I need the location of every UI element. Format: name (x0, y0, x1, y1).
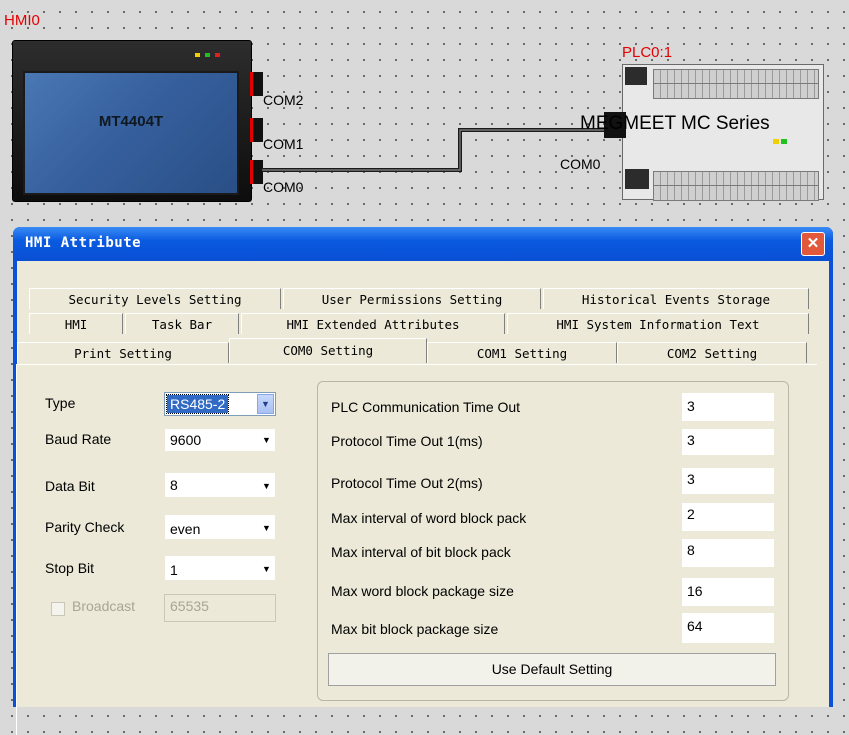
tab-com2-setting[interactable]: COM2 Setting (617, 342, 807, 363)
chevron-down-icon[interactable]: ▼ (257, 394, 274, 414)
close-button[interactable]: ✕ (801, 232, 825, 256)
com0-port-label: COM0 (263, 179, 304, 195)
timeout-label: Max bit block package size (331, 621, 499, 637)
tab-task-bar[interactable]: Task Bar (125, 313, 239, 334)
timeout-input[interactable]: 8 (681, 538, 775, 568)
chevron-down-icon[interactable]: ▼ (258, 473, 275, 497)
data-bit-select[interactable]: 8 ▼ (164, 472, 276, 498)
timeout-input[interactable]: 3 (681, 428, 775, 456)
timeout-label: Max interval of bit block pack (331, 544, 511, 560)
tab-hmi-system-information-text[interactable]: HMI System Information Text (507, 313, 809, 334)
use-default-setting-button[interactable]: Use Default Setting (328, 653, 776, 686)
type-selected-value: RS485-2 (165, 394, 230, 414)
baud-rate-label: Baud Rate (45, 431, 112, 447)
tab-com1-setting[interactable]: COM1 Setting (427, 342, 617, 363)
plc-label: PLC0:1 (622, 44, 673, 61)
tab-security-levels-setting[interactable]: Security Levels Setting (29, 288, 281, 309)
plc-corner-block (625, 67, 647, 85)
dialog-titlebar[interactable]: HMI Attribute ✕ (13, 227, 833, 261)
broadcast-checkbox[interactable] (51, 602, 65, 616)
stop-bit-label: Stop Bit (45, 560, 95, 576)
plc-port-label: COM0 (560, 156, 601, 172)
plc-name: MEGMEET MC Series (580, 113, 770, 134)
type-select[interactable]: RS485-2 ▼ (164, 392, 276, 416)
timeout-label: Protocol Time Out 1(ms) (331, 433, 483, 449)
stop-bit-select[interactable]: 1 ▼ (164, 555, 276, 581)
tab-hmi-extended-attributes[interactable]: HMI Extended Attributes (241, 313, 505, 334)
type-label: Type (45, 395, 76, 411)
hmi-screen: MT4404T (23, 71, 239, 195)
com2-port-label: COM2 (263, 92, 304, 108)
led-indicator (215, 53, 220, 57)
timeout-label: Protocol Time Out 2(ms) (331, 475, 483, 491)
hmi-label: HMI0 (4, 12, 40, 29)
data-bit-label: Data Bit (45, 478, 95, 494)
tab-com0-setting[interactable]: COM0 Setting (229, 338, 427, 363)
timeout-input[interactable]: 2 (681, 502, 775, 532)
timeout-label: PLC Communication Time Out (331, 399, 521, 415)
timeout-label: Max word block package size (331, 583, 514, 599)
timeout-input[interactable]: 3 (681, 392, 775, 422)
dialog-title: HMI Attribute (25, 235, 142, 251)
timeout-input[interactable]: 16 (681, 577, 775, 607)
chevron-down-icon[interactable]: ▼ (258, 515, 275, 539)
broadcast-field[interactable]: 65535 (164, 594, 276, 622)
tab-historical-events-storage[interactable]: Historical Events Storage (543, 288, 809, 309)
timeout-label: Max interval of word block pack (331, 510, 527, 526)
plc-terminal-row (653, 185, 819, 201)
plc-terminal-row (653, 83, 819, 99)
tab-print-setting[interactable]: Print Setting (17, 342, 229, 363)
led-indicator (205, 53, 210, 57)
chevron-down-icon[interactable]: ▼ (258, 429, 275, 451)
hmi-model-name: MT4404T (98, 113, 164, 130)
hmi-device[interactable]: MT4404T (12, 40, 252, 202)
broadcast-label: Broadcast (72, 598, 136, 614)
stop-bit-value: 1 (170, 562, 178, 578)
led-indicator (773, 139, 779, 144)
parity-check-value: even (170, 521, 201, 537)
baud-rate-value: 9600 (170, 432, 202, 448)
led-indicator (781, 139, 787, 144)
tab-hmi[interactable]: HMI (29, 313, 123, 334)
com2-port-icon[interactable] (250, 72, 263, 96)
parity-check-label: Parity Check (45, 519, 125, 535)
timeout-input[interactable]: 64 (681, 612, 775, 644)
chevron-down-icon[interactable]: ▼ (258, 556, 275, 580)
baud-rate-select[interactable]: 9600 ▼ (164, 428, 276, 452)
timeout-input[interactable]: 3 (681, 467, 775, 495)
led-indicator (195, 53, 200, 57)
plc-corner-block (625, 169, 649, 189)
data-bit-value: 8 (170, 477, 178, 493)
tab-user-permissions-setting[interactable]: User Permissions Setting (283, 288, 541, 309)
parity-check-select[interactable]: even ▼ (164, 514, 276, 540)
